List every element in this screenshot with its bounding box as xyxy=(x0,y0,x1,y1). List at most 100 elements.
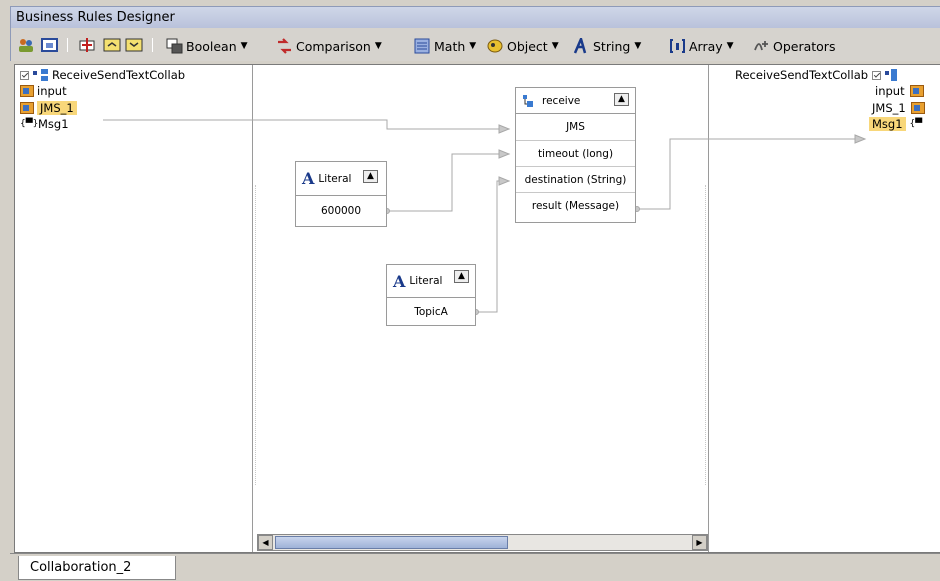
comparison-icon xyxy=(278,38,291,54)
source-tree-root[interactable]: ReceiveSendTextCollab xyxy=(20,67,185,83)
chevron-down-icon: ▼ xyxy=(240,41,248,51)
toolbar-separator xyxy=(67,38,68,52)
destination-tree-item-msg1[interactable]: Msg1 {▀ xyxy=(869,116,928,132)
chevron-down-icon: ▼ xyxy=(634,41,642,51)
destination-tree-root[interactable]: ReceiveSendTextCollab xyxy=(735,67,898,83)
receive-port-timeout[interactable]: timeout (long) xyxy=(516,140,635,166)
literal-box-timeout[interactable]: A Literal ▲ 600000 xyxy=(295,161,387,227)
port-label: destination (String) xyxy=(524,173,627,186)
business-rules-designer-window: Business Rules Designer Boolean ▼ Compari… xyxy=(0,0,940,581)
port-label: result (Message) xyxy=(531,199,620,212)
collapse-button[interactable]: ▲ xyxy=(454,270,469,283)
title-bar: Business Rules Designer xyxy=(10,6,940,28)
toolbar-separator xyxy=(152,38,153,52)
window-title: Business Rules Designer xyxy=(16,10,175,25)
source-item-label: JMS_1 xyxy=(37,101,77,115)
collapse-toggle[interactable] xyxy=(20,70,29,80)
collab-icon xyxy=(885,69,898,81)
receive-port-destination[interactable]: destination (String) xyxy=(516,166,635,192)
source-item-label: Msg1 xyxy=(38,117,69,131)
comparison-menu-label: Comparison xyxy=(296,38,371,54)
node-icon xyxy=(910,102,925,114)
array-menu-label: Array xyxy=(689,38,723,54)
scroll-left-button[interactable]: ◀ xyxy=(258,535,273,550)
literal-box-header: A Literal ▲ xyxy=(296,162,386,196)
node-icon xyxy=(909,85,924,97)
tab-bar: Collaboration_2 xyxy=(10,553,940,581)
expand-box-icon[interactable] xyxy=(125,37,143,53)
add-row-icon[interactable] xyxy=(78,37,96,53)
object-menu[interactable]: Object ▼ xyxy=(487,37,559,55)
math-menu[interactable]: Math ▼ xyxy=(414,37,476,55)
chevron-down-icon: ▼ xyxy=(551,41,559,51)
chevron-down-icon: ▼ xyxy=(374,41,382,51)
receive-port-jms[interactable]: JMS xyxy=(516,114,635,140)
source-item-label: input xyxy=(37,84,67,98)
string-literal-icon: A xyxy=(302,169,315,188)
string-menu-label: String xyxy=(593,38,631,54)
window-icon[interactable] xyxy=(41,37,59,53)
literal-box-header: A Literal ▲ xyxy=(387,265,475,298)
source-root-label: ReceiveSendTextCollab xyxy=(52,68,186,82)
message-icon: {▀} xyxy=(20,119,39,129)
users-icon[interactable] xyxy=(17,37,35,53)
string-literal-icon: A xyxy=(393,271,406,291)
toolbar: Boolean ▼ Comparison ▼ Math ▼ Object ▼ Strin… xyxy=(10,28,940,61)
operators-menu-label: Operators xyxy=(773,38,836,54)
message-icon: {▀ xyxy=(909,119,923,129)
array-menu[interactable]: Array ▼ xyxy=(669,37,734,55)
source-tree-item-input[interactable]: input xyxy=(20,83,67,99)
port-label: timeout (long) xyxy=(537,147,614,160)
tab-label: Collaboration_2 xyxy=(30,560,132,575)
destination-tree-item-jms[interactable]: JMS_1 xyxy=(872,100,928,116)
math-menu-label: Math xyxy=(434,38,466,54)
literal-title: Literal xyxy=(318,172,352,185)
destination-tree-panel: ReceiveSendTextCollab input JMS_1 Msg1 {… xyxy=(708,65,940,552)
literal-value-row[interactable]: TopicA xyxy=(387,298,475,325)
receive-port-result[interactable]: result (Message) xyxy=(516,192,635,218)
collapse-button[interactable]: ▲ xyxy=(614,93,629,106)
operators-menu[interactable]: Operators xyxy=(753,37,835,55)
literal-box-destination[interactable]: A Literal ▲ TopicA xyxy=(386,264,476,326)
method-icon xyxy=(523,94,533,107)
node-icon xyxy=(20,102,34,114)
boolean-icon xyxy=(166,38,183,54)
destination-item-label: input xyxy=(875,84,905,98)
collapse-box-icon[interactable] xyxy=(103,37,121,53)
mapping-workspace: ReceiveSendTextCollab input JMS_1 {▀} Ms… xyxy=(14,64,940,553)
source-tree-item-msg1[interactable]: {▀} Msg1 xyxy=(20,116,69,132)
array-icon xyxy=(670,39,685,53)
source-tree-item-jms[interactable]: JMS_1 xyxy=(20,100,77,116)
receive-box-title: receive xyxy=(542,94,581,107)
math-icon xyxy=(414,38,430,54)
collapse-toggle[interactable] xyxy=(872,70,882,80)
tab-collaboration[interactable]: Collaboration_2 xyxy=(18,556,176,580)
boolean-menu-label: Boolean xyxy=(186,38,237,54)
collapse-button[interactable]: ▲ xyxy=(363,170,378,183)
receive-method-box[interactable]: receive ▲ JMS timeout (long) destination… xyxy=(515,87,636,223)
object-menu-label: Object xyxy=(507,38,548,54)
operators-icon xyxy=(754,41,768,51)
port-label: JMS xyxy=(566,121,585,133)
literal-title: Literal xyxy=(409,275,443,287)
destination-item-label: JMS_1 xyxy=(872,101,906,115)
node-icon xyxy=(20,85,34,97)
string-icon xyxy=(573,38,587,54)
chevron-down-icon: ▼ xyxy=(726,41,734,51)
literal-value-row[interactable]: 600000 xyxy=(296,196,386,226)
scrollbar-thumb[interactable] xyxy=(275,536,508,549)
comparison-menu[interactable]: Comparison ▼ xyxy=(276,37,382,55)
object-icon xyxy=(487,39,503,53)
literal-value: TopicA xyxy=(414,305,448,318)
horizontal-scrollbar[interactable]: ◀ ▶ xyxy=(257,534,708,551)
canvas-edge-right xyxy=(705,185,707,485)
collab-icon xyxy=(33,69,48,81)
rules-canvas[interactable] xyxy=(253,65,708,552)
destination-root-label: ReceiveSendTextCollab xyxy=(735,68,869,82)
chevron-down-icon: ▼ xyxy=(469,41,477,51)
scroll-right-button[interactable]: ▶ xyxy=(692,535,707,550)
boolean-menu[interactable]: Boolean ▼ xyxy=(166,37,248,55)
destination-item-label: Msg1 xyxy=(869,117,906,131)
destination-tree-item-input[interactable]: input xyxy=(875,83,927,99)
string-menu[interactable]: String ▼ xyxy=(573,37,641,55)
